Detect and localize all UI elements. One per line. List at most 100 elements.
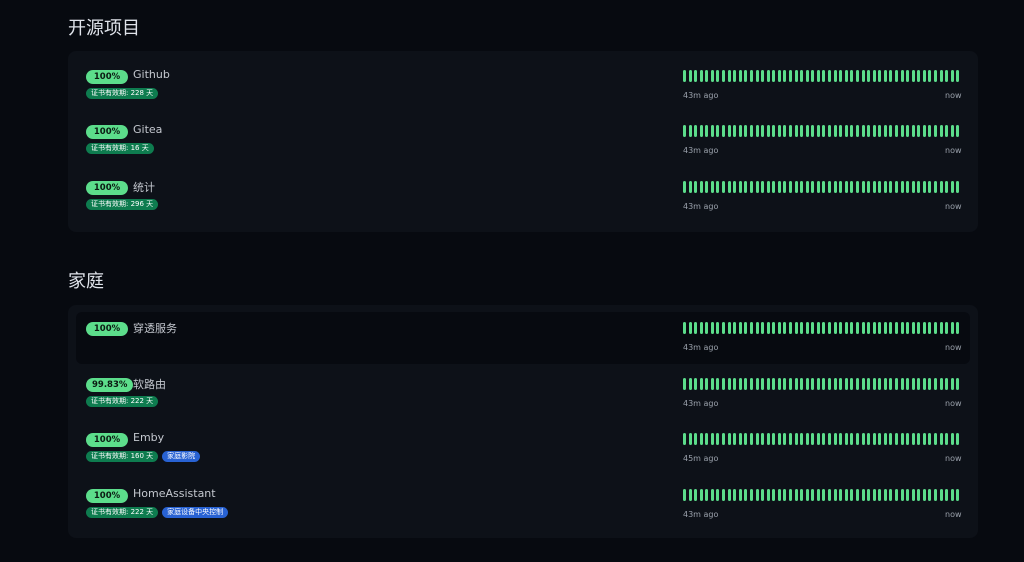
heartbeat-beat[interactable] bbox=[900, 181, 904, 193]
heartbeat-beat[interactable] bbox=[805, 70, 809, 82]
heartbeat-beat[interactable] bbox=[783, 181, 787, 193]
heartbeat-beat[interactable] bbox=[839, 433, 843, 445]
heartbeat-beat[interactable] bbox=[850, 181, 854, 193]
heartbeat-beat[interactable] bbox=[922, 378, 926, 390]
heartbeat-beat[interactable] bbox=[794, 489, 798, 501]
heartbeat-beat[interactable] bbox=[805, 489, 809, 501]
heartbeat-beat[interactable] bbox=[867, 322, 871, 334]
heartbeat-beat[interactable] bbox=[872, 433, 876, 445]
heartbeat-beat[interactable] bbox=[950, 70, 954, 82]
heartbeat-beat[interactable] bbox=[855, 489, 859, 501]
heartbeat-beat[interactable] bbox=[917, 70, 921, 82]
heartbeat-beat[interactable] bbox=[783, 433, 787, 445]
heartbeat-beat[interactable] bbox=[917, 433, 921, 445]
heartbeat-beat[interactable] bbox=[722, 181, 726, 193]
heartbeat-beat[interactable] bbox=[939, 322, 943, 334]
monitor-name[interactable]: HomeAssistant bbox=[133, 487, 216, 500]
heartbeat-beat[interactable] bbox=[755, 433, 759, 445]
heartbeat-beat[interactable] bbox=[800, 322, 804, 334]
heartbeat-beat[interactable] bbox=[922, 125, 926, 137]
heartbeat-beat[interactable] bbox=[950, 378, 954, 390]
heartbeat-beat[interactable] bbox=[850, 125, 854, 137]
heartbeat-beat[interactable] bbox=[855, 433, 859, 445]
heartbeat-beat[interactable] bbox=[883, 181, 887, 193]
heartbeat-beat[interactable] bbox=[783, 70, 787, 82]
heartbeat-beat[interactable] bbox=[749, 378, 753, 390]
heartbeat-beat[interactable] bbox=[749, 181, 753, 193]
heartbeat-beat[interactable] bbox=[878, 125, 882, 137]
heartbeat-beat[interactable] bbox=[828, 181, 832, 193]
heartbeat-beat[interactable] bbox=[911, 378, 915, 390]
heartbeat-beat[interactable] bbox=[911, 322, 915, 334]
heartbeat-beat[interactable] bbox=[755, 322, 759, 334]
heartbeat-beat[interactable] bbox=[811, 489, 815, 501]
monitor-item[interactable]: 100% HomeAssistant 证书有效期: 222 天 家庭设备中央控制… bbox=[76, 479, 970, 531]
heartbeat-beat[interactable] bbox=[861, 125, 865, 137]
heartbeat-beat[interactable] bbox=[906, 125, 910, 137]
heartbeat-beat[interactable] bbox=[900, 489, 904, 501]
heartbeat-beat[interactable] bbox=[699, 70, 703, 82]
heartbeat-beat[interactable] bbox=[833, 378, 837, 390]
heartbeat-beat[interactable] bbox=[906, 70, 910, 82]
heartbeat-beat[interactable] bbox=[710, 433, 714, 445]
heartbeat-beat[interactable] bbox=[900, 378, 904, 390]
heartbeat-beat[interactable] bbox=[889, 125, 893, 137]
heartbeat-beat[interactable] bbox=[794, 125, 798, 137]
heartbeat-beat[interactable] bbox=[749, 125, 753, 137]
heartbeat-beat[interactable] bbox=[889, 433, 893, 445]
heartbeat-beat[interactable] bbox=[816, 70, 820, 82]
heartbeat-beat[interactable] bbox=[867, 433, 871, 445]
heartbeat-beat[interactable] bbox=[934, 322, 938, 334]
monitor-item[interactable]: 100% 穿透服务 43m ago now bbox=[76, 312, 970, 364]
heartbeat-beat[interactable] bbox=[894, 70, 898, 82]
heartbeat-beat[interactable] bbox=[788, 181, 792, 193]
heartbeat-beat[interactable] bbox=[755, 70, 759, 82]
monitor-item[interactable]: 100% Emby 证书有效期: 160 天 家庭影院 45m ago now bbox=[76, 423, 970, 475]
heartbeat-beat[interactable] bbox=[805, 322, 809, 334]
heartbeat-beat[interactable] bbox=[688, 181, 692, 193]
heartbeat-beat[interactable] bbox=[850, 378, 854, 390]
heartbeat-beat[interactable] bbox=[772, 322, 776, 334]
heartbeat-beat[interactable] bbox=[889, 322, 893, 334]
heartbeat-beat[interactable] bbox=[872, 489, 876, 501]
heartbeat-beat[interactable] bbox=[844, 489, 848, 501]
heartbeat-beat[interactable] bbox=[956, 433, 960, 445]
heartbeat-beat[interactable] bbox=[694, 125, 698, 137]
heartbeat-beat[interactable] bbox=[878, 322, 882, 334]
heartbeat-beat[interactable] bbox=[788, 125, 792, 137]
heartbeat-beat[interactable] bbox=[844, 125, 848, 137]
heartbeat-beat[interactable] bbox=[922, 489, 926, 501]
heartbeat-beat[interactable] bbox=[844, 433, 848, 445]
heartbeat-beat[interactable] bbox=[788, 70, 792, 82]
heartbeat-beat[interactable] bbox=[699, 322, 703, 334]
heartbeat-beat[interactable] bbox=[883, 489, 887, 501]
heartbeat-bar[interactable] bbox=[683, 181, 960, 193]
heartbeat-beat[interactable] bbox=[788, 489, 792, 501]
heartbeat-beat[interactable] bbox=[828, 489, 832, 501]
heartbeat-beat[interactable] bbox=[816, 378, 820, 390]
heartbeat-beat[interactable] bbox=[878, 378, 882, 390]
heartbeat-beat[interactable] bbox=[733, 181, 737, 193]
heartbeat-beat[interactable] bbox=[883, 70, 887, 82]
heartbeat-beat[interactable] bbox=[934, 378, 938, 390]
heartbeat-beat[interactable] bbox=[906, 378, 910, 390]
heartbeat-beat[interactable] bbox=[683, 181, 686, 193]
heartbeat-beat[interactable] bbox=[928, 433, 932, 445]
heartbeat-beat[interactable] bbox=[878, 433, 882, 445]
heartbeat-beat[interactable] bbox=[945, 125, 949, 137]
heartbeat-beat[interactable] bbox=[738, 378, 742, 390]
heartbeat-beat[interactable] bbox=[777, 125, 781, 137]
heartbeat-beat[interactable] bbox=[950, 489, 954, 501]
heartbeat-beat[interactable] bbox=[922, 322, 926, 334]
heartbeat-beat[interactable] bbox=[705, 322, 709, 334]
heartbeat-beat[interactable] bbox=[705, 378, 709, 390]
heartbeat-beat[interactable] bbox=[716, 489, 720, 501]
heartbeat-beat[interactable] bbox=[761, 489, 765, 501]
heartbeat-beat[interactable] bbox=[772, 125, 776, 137]
heartbeat-beat[interactable] bbox=[788, 433, 792, 445]
heartbeat-beat[interactable] bbox=[733, 378, 737, 390]
heartbeat-beat[interactable] bbox=[783, 322, 787, 334]
heartbeat-beat[interactable] bbox=[922, 181, 926, 193]
heartbeat-beat[interactable] bbox=[867, 378, 871, 390]
heartbeat-beat[interactable] bbox=[744, 433, 748, 445]
